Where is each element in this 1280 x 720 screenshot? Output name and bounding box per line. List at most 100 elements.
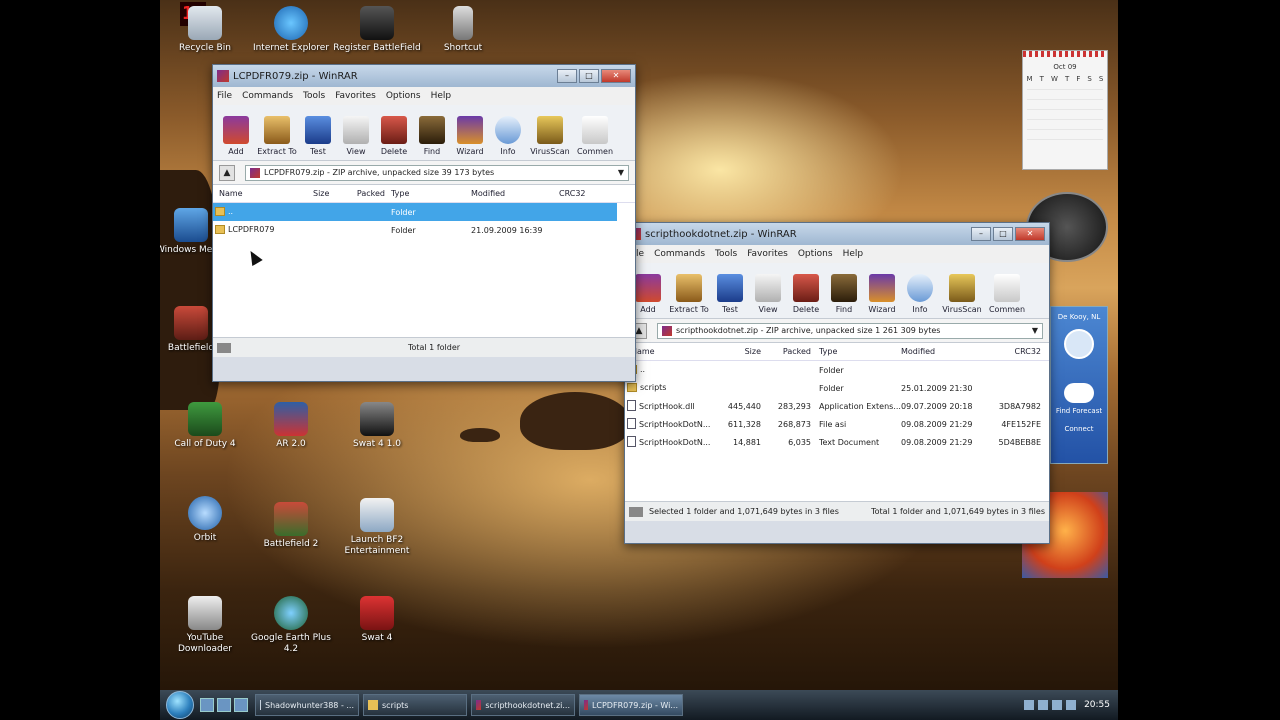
desktop-icon-battlefield-2[interactable]: Battlefield 2: [246, 502, 336, 550]
shield-icon[interactable]: [1052, 700, 1063, 710]
volume-icon[interactable]: [1066, 700, 1077, 710]
taskbar-item-scripts[interactable]: scripts: [363, 694, 467, 716]
menu-help[interactable]: Help: [843, 249, 864, 259]
dropdown-arrow-icon[interactable]: ▼: [618, 168, 624, 177]
taskbar-item-scripthookdotnet[interactable]: scripthookdotnet.zi...: [471, 694, 575, 716]
desktop-icon-swat[interactable]: Swat 4 1.0: [332, 402, 422, 450]
extract-to-button[interactable]: Extract To: [667, 274, 711, 314]
virusscan-button[interactable]: VirusScan: [527, 116, 573, 156]
desktop-icon-call-of-duty[interactable]: Call of Duty 4: [160, 402, 250, 450]
minimize-button[interactable]: –: [971, 227, 991, 241]
tray-chevron-icon[interactable]: [1024, 700, 1035, 710]
column-modified[interactable]: Modified: [471, 189, 559, 198]
menu-commands[interactable]: Commands: [654, 249, 705, 259]
close-button[interactable]: ✕: [601, 69, 631, 83]
desktop-icon-recycle-bin[interactable]: Recycle Bin: [160, 6, 250, 54]
view-button[interactable]: View: [337, 116, 375, 156]
wizard-button[interactable]: Wizard: [451, 116, 489, 156]
desktop-icon-register[interactable]: Register BattleField: [332, 6, 422, 54]
file-row[interactable]: .. Folder: [625, 361, 1049, 379]
column-packed[interactable]: Packed: [761, 347, 811, 356]
file-list-header: Name Size Packed Type Modified CRC32: [625, 343, 1049, 361]
weather-gadget[interactable]: De Kooy, NL Find Forecast Connect: [1050, 306, 1108, 464]
zip-icon: [250, 167, 260, 178]
desktop-icon-launch-bf2[interactable]: Launch BF2 Entertainment: [332, 498, 422, 557]
column-type[interactable]: Type: [385, 189, 471, 198]
info-button[interactable]: Info: [901, 274, 939, 314]
desktop-icon-youtube-downloader[interactable]: YouTube Downloader: [160, 596, 250, 655]
switch-windows-icon[interactable]: [217, 698, 231, 712]
archive-path-field[interactable]: scripthookdotnet.zip - ZIP archive, unpa…: [657, 322, 1043, 339]
add-button[interactable]: Add: [217, 116, 255, 156]
winrar-window-lcpdfr[interactable]: LCPDFR079.zip - WinRAR – □ ✕ File Comman…: [212, 64, 636, 382]
find-button[interactable]: Find: [413, 116, 451, 156]
desktop-icon-internet-explorer[interactable]: Internet Explorer: [246, 6, 336, 54]
column-crc[interactable]: CRC32: [981, 347, 1041, 356]
archive-path-field[interactable]: LCPDFR079.zip - ZIP archive, unpacked si…: [245, 164, 629, 181]
menu-favorites[interactable]: Favorites: [335, 91, 376, 101]
find-button[interactable]: Find: [825, 274, 863, 314]
delete-button[interactable]: Delete: [375, 116, 413, 156]
comment-button[interactable]: Commen: [573, 116, 617, 156]
test-button[interactable]: Test: [299, 116, 337, 156]
desktop: 14 Recycle Bin Internet Explorer Registe…: [160, 0, 1118, 720]
desktop-icon-ar[interactable]: AR 2.0: [246, 402, 336, 450]
column-name[interactable]: Name: [213, 189, 313, 198]
dropdown-arrow-icon[interactable]: ▼: [1032, 326, 1038, 335]
show-desktop-icon[interactable]: [200, 698, 214, 712]
file-row[interactable]: ScriptHook.dll 445,440 283,293 Applicati…: [625, 397, 1049, 415]
desktop-icon-label: Register BattleField: [333, 43, 421, 53]
desktop-icon-shortcut[interactable]: Shortcut: [418, 6, 508, 54]
weather-connect-button[interactable]: Connect: [1051, 425, 1107, 433]
column-size[interactable]: Size: [313, 189, 349, 198]
comment-button[interactable]: Commen: [985, 274, 1029, 314]
start-button[interactable]: [166, 691, 194, 719]
winrar-window-scripthook[interactable]: scripthookdotnet.zip - WinRAR – □ ✕ File…: [624, 222, 1050, 544]
maximize-button[interactable]: □: [579, 69, 599, 83]
desktop-icon-orbit[interactable]: Orbit: [160, 496, 250, 544]
menu-options[interactable]: Options: [386, 91, 421, 101]
close-button[interactable]: ✕: [1015, 227, 1045, 241]
menu-commands[interactable]: Commands: [242, 91, 293, 101]
info-button[interactable]: Info: [489, 116, 527, 156]
menu-options[interactable]: Options: [798, 249, 833, 259]
view-button[interactable]: View: [749, 274, 787, 314]
virusscan-button[interactable]: VirusScan: [939, 274, 985, 314]
file-row-selected[interactable]: .. Folder: [213, 203, 617, 221]
desktop-icon-swat4[interactable]: Swat 4: [332, 596, 422, 644]
extract-to-button[interactable]: Extract To: [255, 116, 299, 156]
maximize-button[interactable]: □: [993, 227, 1013, 241]
column-modified[interactable]: Modified: [901, 347, 981, 356]
taskbar-item-lcpdfr[interactable]: LCPDFR079.zip - Wi...: [579, 694, 683, 716]
desktop-icon-google-earth[interactable]: Google Earth Plus 4.2: [246, 596, 336, 655]
test-button[interactable]: Test: [711, 274, 749, 314]
delete-button[interactable]: Delete: [787, 274, 825, 314]
clock[interactable]: 20:55: [1084, 700, 1110, 710]
column-size[interactable]: Size: [721, 347, 761, 356]
info-icon: [907, 274, 933, 302]
column-type[interactable]: Type: [811, 347, 901, 356]
file-row[interactable]: ScriptHookDotN... 611,328 268,873 File a…: [625, 415, 1049, 433]
swat4-icon: [360, 596, 394, 630]
calendar-gadget[interactable]: Oct 09 MTWTFSS: [1022, 50, 1108, 170]
browser-quicklaunch-icon[interactable]: [234, 698, 248, 712]
column-name[interactable]: Name: [625, 347, 721, 356]
menu-help[interactable]: Help: [431, 91, 452, 101]
menu-favorites[interactable]: Favorites: [747, 249, 788, 259]
taskbar-item-shadowhunter[interactable]: Shadowhunter388 - ...: [255, 694, 359, 716]
menu-file[interactable]: File: [217, 91, 232, 101]
cloud-icon: [1064, 383, 1094, 403]
file-row[interactable]: ScriptHookDotN... 14,881 6,035 Text Docu…: [625, 433, 1049, 451]
title-bar[interactable]: LCPDFR079.zip - WinRAR – □ ✕: [213, 65, 635, 87]
title-bar[interactable]: scripthookdotnet.zip - WinRAR – □ ✕: [625, 223, 1049, 245]
file-row[interactable]: scripts Folder 25.01.2009 21:30: [625, 379, 1049, 397]
menu-tools[interactable]: Tools: [715, 249, 737, 259]
column-crc[interactable]: CRC32: [559, 189, 603, 198]
column-packed[interactable]: Packed: [349, 189, 385, 198]
file-row[interactable]: LCPDFR079 Folder 21.09.2009 16:39: [213, 221, 635, 239]
wizard-button[interactable]: Wizard: [863, 274, 901, 314]
minimize-button[interactable]: –: [557, 69, 577, 83]
network-icon[interactable]: [1038, 700, 1049, 710]
menu-tools[interactable]: Tools: [303, 91, 325, 101]
up-folder-button[interactable]: ▲: [219, 164, 235, 181]
